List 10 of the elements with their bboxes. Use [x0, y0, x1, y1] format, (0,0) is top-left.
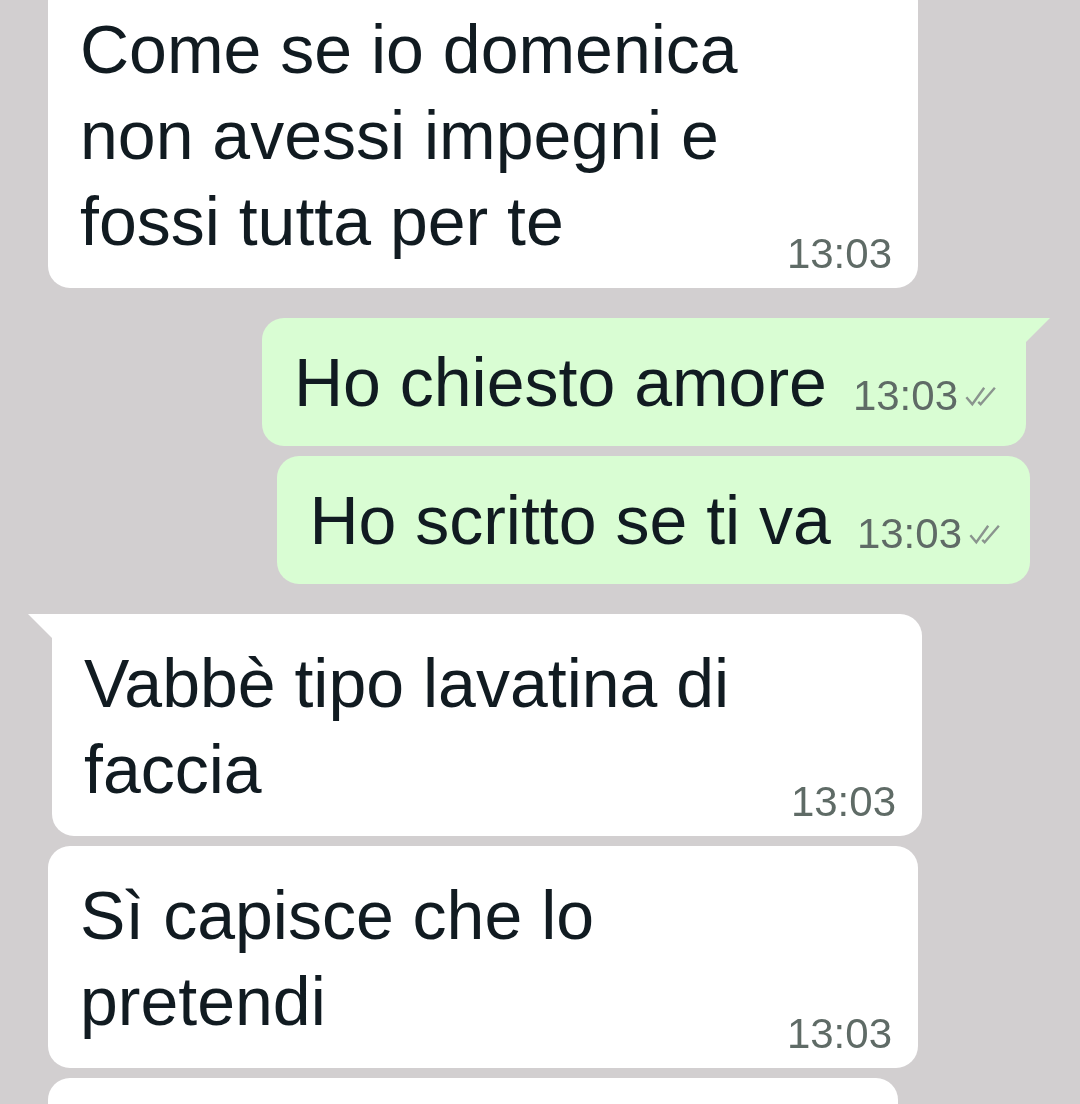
message-time: 13:03	[790, 778, 896, 826]
message-text: Ho scritto se ti va	[309, 482, 831, 558]
message-text: Vabbè tipo lavatina di faccia	[84, 644, 730, 809]
message-text: Ho chiesto amore	[293, 344, 827, 420]
message-time: 13:03	[786, 1010, 892, 1058]
message-time: 13:03	[786, 230, 892, 278]
message-time: 13:03	[856, 510, 962, 558]
message-text: Come se io domenica non avessi impegni e fossi tutta per te	[80, 10, 738, 261]
message-time: 13:03	[852, 372, 958, 420]
message-text: Sì capisce che lo pretendi	[80, 876, 595, 1041]
